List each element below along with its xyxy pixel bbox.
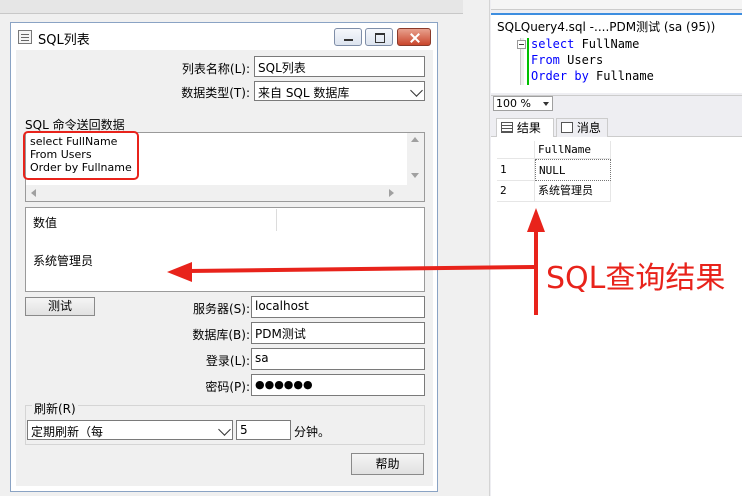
horizontal-arrow-shaft <box>187 265 535 273</box>
annotation-label: SQL查询结果 <box>546 261 726 296</box>
up-arrow-icon <box>527 208 545 232</box>
annotation-arrows <box>167 208 545 315</box>
left-arrow-icon <box>167 262 192 282</box>
